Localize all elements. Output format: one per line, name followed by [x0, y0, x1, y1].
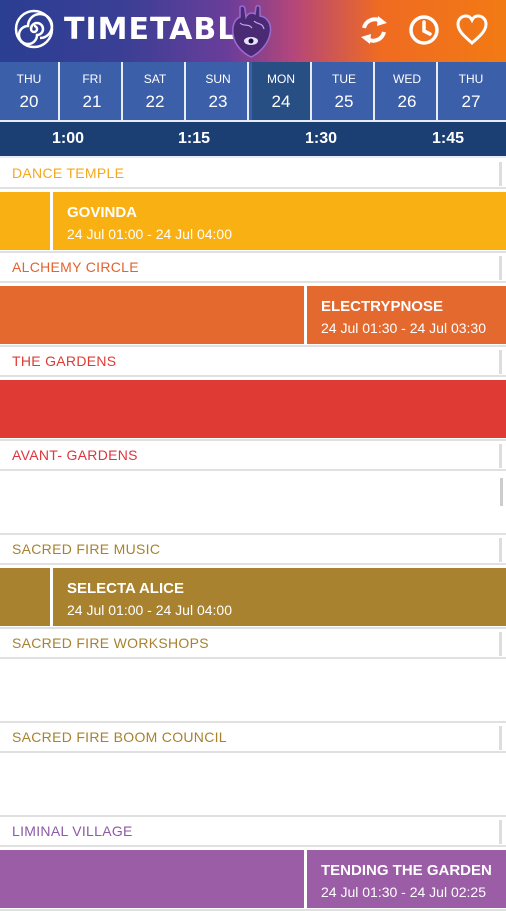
- day-tab[interactable]: THU 27: [441, 62, 501, 120]
- stage-timeline-row: [0, 380, 506, 438]
- stage-name: ALCHEMY CIRCLE: [12, 259, 139, 275]
- anatomical-heart-icon: [232, 4, 272, 58]
- divider: [0, 563, 506, 565]
- day-tab[interactable]: FRI 21: [63, 62, 123, 120]
- stage-timeline-row: [0, 756, 506, 814]
- divider: [0, 251, 506, 253]
- stage-name: SACRED FIRE WORKSHOPS: [12, 635, 209, 651]
- event-time: 24 Jul 01:30 - 24 Jul 02:25: [321, 884, 487, 900]
- scroll-indicator: [499, 444, 502, 468]
- favorite-heart-icon[interactable]: [454, 12, 490, 48]
- day-name: FRI: [82, 72, 102, 86]
- spiral-icon: [14, 9, 54, 49]
- stage-name: THE GARDENS: [12, 353, 117, 369]
- event-time: 24 Jul 01:00 - 24 Jul 04:00: [67, 226, 233, 242]
- stage-name: SACRED FIRE MUSIC: [12, 541, 161, 557]
- day-tab[interactable]: WED 26: [378, 62, 438, 120]
- divider: [0, 345, 506, 347]
- day-number: 26: [397, 92, 417, 111]
- time-tick-label: 1:30: [305, 130, 338, 147]
- scroll-indicator: [499, 632, 502, 656]
- event-time: 24 Jul 01:00 - 24 Jul 04:00: [67, 602, 233, 618]
- divider: [0, 533, 506, 535]
- day-number: 24: [271, 92, 291, 111]
- stage-header: SACRED FIRE BOOM COUNCIL: [0, 724, 506, 750]
- day-number: 23: [208, 92, 228, 111]
- stage-name: DANCE TEMPLE: [12, 165, 125, 181]
- divider: [0, 187, 506, 189]
- stage-timeline-row: TENDING THE GARDEN 24 Jul 01:30 - 24 Jul …: [0, 850, 506, 908]
- divider: [0, 375, 506, 377]
- event-block[interactable]: SELECTA ALICE 24 Jul 01:00 - 24 Jul 04:00: [50, 568, 506, 626]
- day-number: 20: [19, 92, 39, 111]
- stage-name: LIMINAL VILLAGE: [12, 823, 133, 839]
- day-tab[interactable]: TUE 25: [315, 62, 375, 120]
- stage-header: AVANT- GARDENS: [0, 442, 506, 468]
- time-tick-label: 1:45: [432, 130, 465, 147]
- stage-header: ALCHEMY CIRCLE: [0, 254, 506, 280]
- app-header: TIMETABLE: [0, 0, 506, 62]
- stage-name: SACRED FIRE BOOM COUNCIL: [12, 729, 227, 745]
- divider: [0, 657, 506, 659]
- time-ruler: 1:00 1:15 1:30 1:45: [0, 120, 506, 158]
- stage-name: AVANT- GARDENS: [12, 447, 138, 463]
- day-tab[interactable]: MON 24: [252, 62, 312, 120]
- day-name: SUN: [205, 72, 231, 86]
- day-number: 22: [145, 92, 165, 111]
- day-name: MON: [267, 72, 295, 86]
- stage-timeline-row: [0, 474, 506, 532]
- divider: [0, 281, 506, 283]
- event-time: 24 Jul 01:30 - 24 Jul 03:30: [321, 320, 487, 336]
- stage-header: LIMINAL VILLAGE: [0, 818, 506, 844]
- event-block[interactable]: GOVINDA 24 Jul 01:00 - 24 Jul 04:00: [50, 192, 506, 250]
- event-block[interactable]: ELECTRYPNOSE 24 Jul 01:30 - 24 Jul 03:30: [304, 286, 506, 344]
- scrollbar[interactable]: [500, 478, 503, 506]
- stage-header: SACRED FIRE WORKSHOPS: [0, 630, 506, 656]
- scroll-indicator: [499, 538, 502, 562]
- divider: [0, 469, 506, 471]
- stage-timeline-row: ELECTRYPNOSE 24 Jul 01:30 - 24 Jul 03:30: [0, 286, 506, 344]
- event-title: GOVINDA: [67, 204, 138, 221]
- stage-timeline-row: SELECTA ALICE 24 Jul 01:00 - 24 Jul 04:00: [0, 568, 506, 626]
- stage-timeline-row: GOVINDA 24 Jul 01:00 - 24 Jul 04:00: [0, 192, 506, 250]
- day-number: 25: [334, 92, 354, 111]
- scroll-indicator: [499, 162, 502, 186]
- scroll-indicator: [499, 726, 502, 750]
- event-title: ELECTRYPNOSE: [321, 298, 443, 315]
- divider: [0, 751, 506, 753]
- event-block[interactable]: TENDING THE GARDEN 24 Jul 01:30 - 24 Jul …: [304, 850, 506, 908]
- scroll-indicator: [499, 820, 502, 844]
- day-name: TUE: [332, 72, 356, 86]
- event-title: TENDING THE GARDEN: [321, 862, 492, 879]
- refresh-icon[interactable]: [356, 12, 392, 48]
- day-name: SAT: [143, 72, 167, 86]
- divider: [0, 845, 506, 847]
- day-name: THU: [16, 72, 42, 86]
- day-tab[interactable]: THU 20: [0, 62, 60, 120]
- day-tab[interactable]: SUN 23: [189, 62, 249, 120]
- divider: [0, 815, 506, 817]
- event-title: SELECTA ALICE: [67, 580, 184, 597]
- stage-header: DANCE TEMPLE: [0, 160, 506, 186]
- time-tick-label: 1:15: [178, 130, 211, 147]
- day-number: 27: [461, 92, 481, 111]
- day-name: WED: [393, 72, 421, 86]
- scroll-indicator: [499, 256, 502, 280]
- divider: [0, 627, 506, 629]
- time-tick-label: 1:00: [52, 130, 85, 147]
- clock-icon[interactable]: [406, 12, 442, 48]
- day-number: 21: [82, 92, 102, 111]
- divider: [0, 439, 506, 441]
- scroll-indicator: [499, 350, 502, 374]
- divider: [0, 721, 506, 723]
- stage-header: SACRED FIRE MUSIC: [0, 536, 506, 562]
- day-tab[interactable]: SAT 22: [126, 62, 186, 120]
- stage-header: THE GARDENS: [0, 348, 506, 374]
- stage-timeline-row: [0, 662, 506, 720]
- day-tabs: THU 20 FRI 21 SAT 22 SUN 23 MON 24 TUE 25 WED 26 THU 27: [0, 62, 506, 120]
- day-name: THU: [458, 72, 484, 86]
